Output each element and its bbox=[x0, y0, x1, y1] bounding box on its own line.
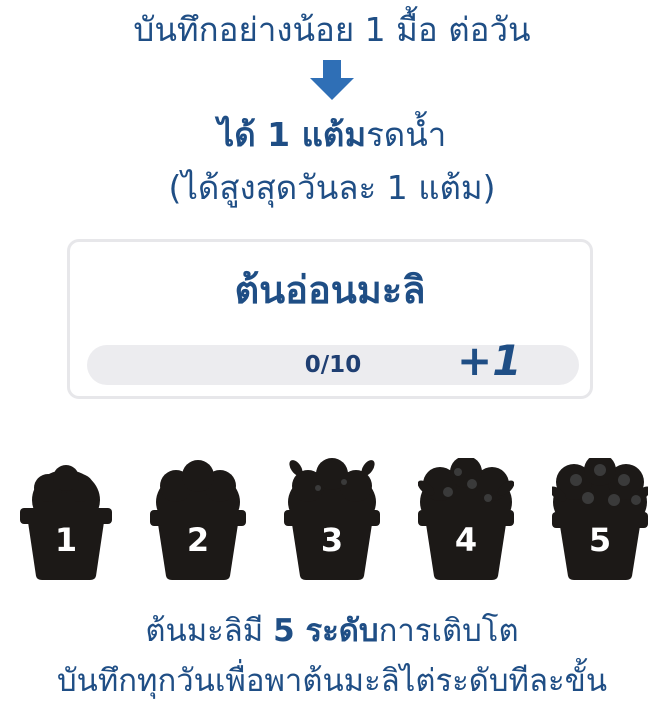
levels-count: 5 ระดับ bbox=[273, 613, 379, 649]
pot-level-4: 4 bbox=[418, 458, 514, 582]
plant-progress-card: ต้นอ่อนมะลิ 0/10 +1 bbox=[67, 239, 593, 399]
pot-level-5: 5 bbox=[552, 458, 648, 582]
reward-points: ได้ 1 แต้ม bbox=[217, 115, 367, 154]
pot-level-2: 2 bbox=[150, 458, 246, 582]
level-number: 3 bbox=[320, 521, 344, 559]
pot-level-3: 3 bbox=[284, 458, 380, 582]
level-number: 2 bbox=[186, 521, 210, 559]
pot-level-1: 1 bbox=[18, 458, 114, 582]
plant-name: ต้นอ่อนมะลิ bbox=[234, 268, 426, 312]
level-number: 4 bbox=[454, 521, 478, 559]
daily-cap-text: (ได้สูงสุดวันละ 1 แต้ม) bbox=[168, 168, 496, 207]
levels-info-suffix: การเติบโต bbox=[378, 613, 519, 649]
level-number: 1 bbox=[54, 521, 78, 559]
reward-water: รดน้ำ bbox=[366, 115, 447, 154]
daily-log-hint: บันทึกทุกวันเพื่อพาต้นมะลิไต่ระดับทีละขั… bbox=[56, 663, 608, 699]
level-number: 5 bbox=[588, 521, 612, 559]
down-arrow-icon bbox=[310, 60, 354, 100]
instruction-text: บันทึกอย่างน้อย 1 มื้อ ต่อวัน bbox=[133, 10, 531, 49]
levels-info: ต้นมะลิมี 5 ระดับการเติบโต bbox=[0, 610, 664, 652]
reward-text: ได้ 1 แต้มรดน้ำ bbox=[0, 113, 664, 157]
levels-info-prefix: ต้นมะลิมี bbox=[145, 613, 274, 649]
plus-one-badge: +1 bbox=[457, 336, 522, 385]
growth-levels: 1 2 3 4 5 bbox=[0, 458, 664, 586]
